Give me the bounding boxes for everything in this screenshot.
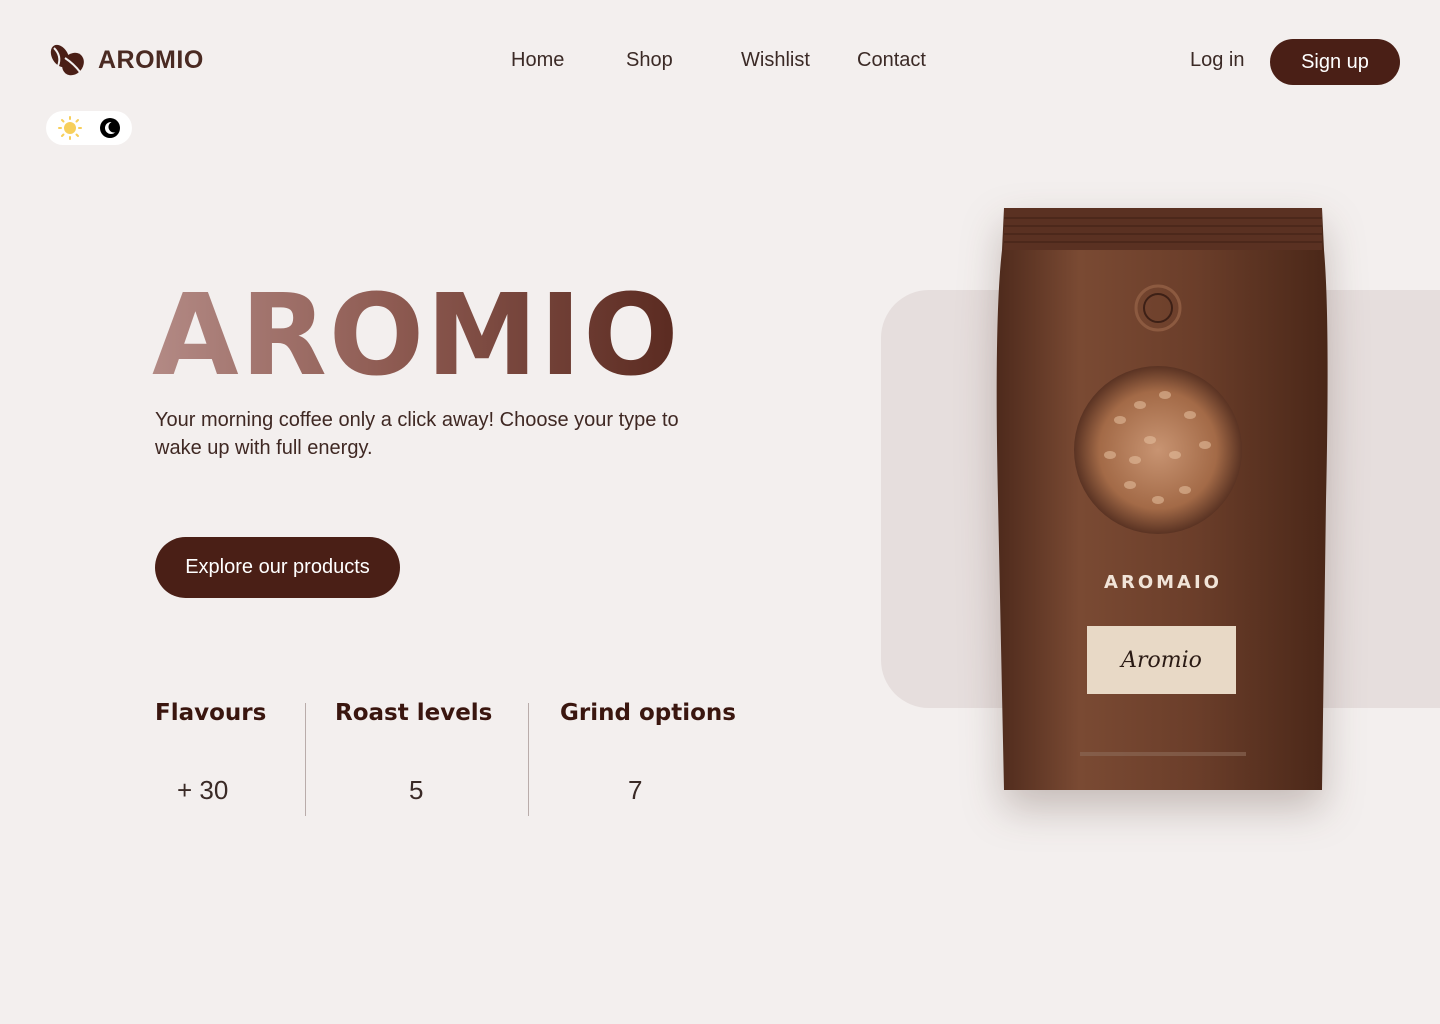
stat-value: + 30 — [177, 775, 229, 805]
coffee-bag-illustration — [996, 208, 1328, 790]
signup-button[interactable]: Sign up — [1270, 39, 1400, 85]
stat-divider — [528, 703, 529, 816]
stat-divider — [305, 703, 306, 816]
stat-roast-levels: Roast levels 5 — [335, 700, 493, 805]
bag-label: Aromio — [1087, 626, 1236, 694]
nav-shop[interactable]: Shop — [626, 49, 673, 72]
hero-subtitle: Your morning coffee only a click away! C… — [155, 409, 679, 459]
login-link[interactable]: Log in — [1190, 49, 1245, 72]
stat-label: Flavours — [155, 700, 267, 726]
stat-grind-options: Grind options 7 — [560, 700, 736, 805]
hero-title: AROMIO — [152, 271, 681, 401]
stat-label: Grind options — [560, 700, 736, 726]
coffee-bag-image: AROMAIO Aromio — [990, 200, 1336, 800]
stat-value: 5 — [409, 775, 424, 805]
stat-value: 7 — [628, 775, 643, 805]
nav-wishlist[interactable]: Wishlist — [741, 49, 810, 72]
theme-toggle[interactable] — [46, 111, 132, 145]
sun-icon[interactable] — [58, 116, 82, 140]
moon-icon[interactable] — [98, 116, 122, 140]
explore-products-button[interactable]: Explore our products — [155, 537, 400, 598]
stat-flavours: Flavours + 30 — [155, 700, 267, 805]
nav-contact[interactable]: Contact — [857, 49, 926, 72]
bag-brand-text: AROMAIO — [1104, 572, 1222, 593]
nav-home[interactable]: Home — [511, 49, 564, 72]
stat-label: Roast levels — [335, 700, 493, 726]
